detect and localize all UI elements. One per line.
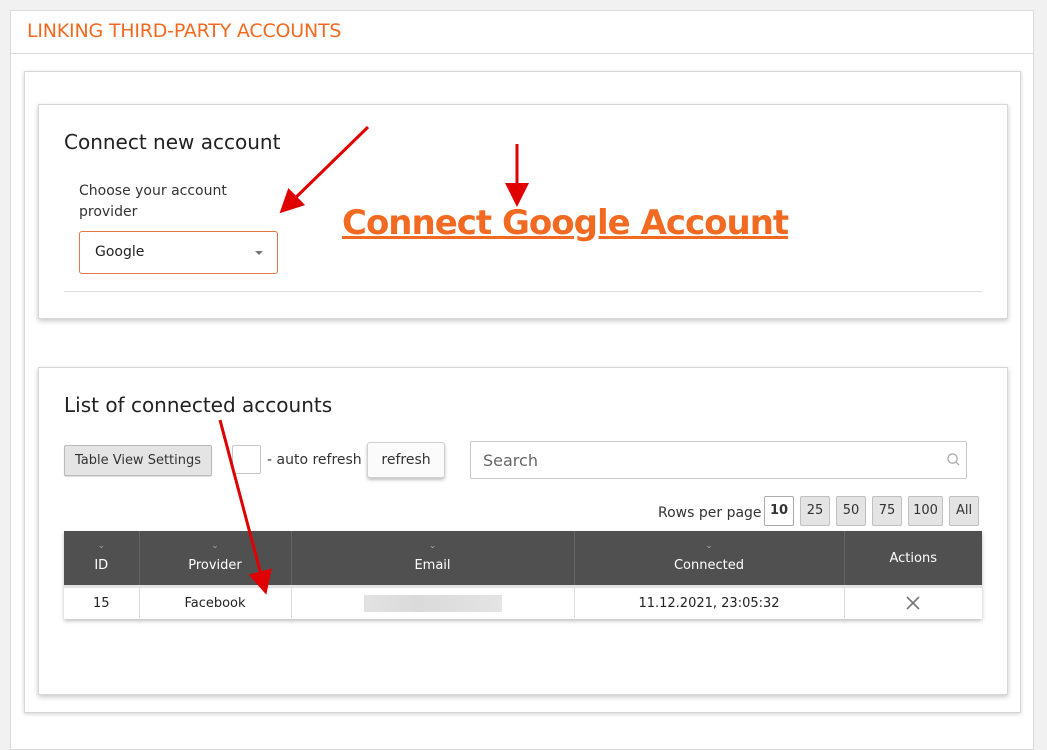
page-size-50-button[interactable]: 50 [836, 496, 866, 526]
page-size-75-button[interactable]: 75 [872, 496, 902, 526]
sort-icon: ⌄ [705, 541, 713, 551]
table-view-settings-button[interactable]: Table View Settings [64, 445, 212, 476]
provider-label: Choose your account provider [79, 183, 227, 220]
title-divider [11, 53, 1033, 54]
content-panel: Connect new account Choose your account … [24, 71, 1021, 713]
auto-refresh-label: - auto refresh [267, 452, 362, 468]
sort-icon: ⌄ [97, 541, 106, 551]
cell-connected: 11.12.2021, 23:05:32 [574, 585, 845, 618]
accounts-table-wrapper: ⌄ ID ⌄ Provider ⌄ Email ⌄ Connected Actions … [64, 531, 982, 619]
sort-icon: ⌄ [428, 541, 437, 551]
connect-card-title: Connect new account [64, 130, 281, 154]
card-divider [64, 291, 982, 292]
provider-select[interactable]: Google [79, 231, 278, 274]
search-icon[interactable] [947, 453, 960, 466]
provider-selected-value: Google [95, 244, 145, 260]
page-title: LINKING THIRD-PARTY ACCOUNTS [27, 20, 342, 42]
sort-icon: ⌄ [211, 541, 219, 551]
connect-google-link[interactable]: Connect Google Account [342, 203, 789, 243]
table-header-row: ⌄ ID ⌄ Provider ⌄ Email ⌄ Connected Actions [64, 531, 982, 587]
page-size-25-button[interactable]: 25 [800, 496, 830, 526]
chevron-down-icon [255, 251, 263, 255]
redacted-email [363, 594, 502, 612]
list-card-title: List of connected accounts [64, 393, 333, 417]
main-panel: LINKING THIRD-PARTY ACCOUNTS Connect new… [10, 10, 1034, 750]
auto-refresh-checkbox[interactable] [232, 445, 261, 474]
rows-per-page-label: Rows per page [658, 505, 762, 521]
cell-actions [844, 585, 982, 618]
column-header-id[interactable]: ⌄ ID [64, 531, 140, 587]
refresh-button[interactable]: refresh [367, 442, 445, 478]
cell-id: 15 [64, 585, 140, 618]
column-header-actions: Actions [844, 531, 982, 587]
table-row: 15 Facebook 11.12.2021, 23:05:32 [64, 585, 982, 618]
search-box [470, 441, 967, 479]
column-header-connected[interactable]: ⌄ Connected [574, 531, 845, 587]
close-icon[interactable] [905, 595, 921, 611]
connect-account-card: Connect new account Choose your account … [38, 104, 1008, 319]
accounts-table: ⌄ ID ⌄ Provider ⌄ Email ⌄ Connected Actions … [64, 531, 982, 618]
page-size-all-button[interactable]: All [949, 496, 979, 526]
page-size-10-button[interactable]: 10 [764, 496, 794, 526]
column-header-email[interactable]: ⌄ Email [291, 531, 575, 587]
search-input[interactable] [471, 442, 943, 478]
cell-provider: Facebook [139, 585, 292, 618]
column-header-provider[interactable]: ⌄ Provider [139, 531, 292, 587]
cell-email [291, 585, 575, 618]
page-size-100-button[interactable]: 100 [908, 496, 943, 526]
connected-accounts-card: List of connected accounts Table View Se… [38, 367, 1008, 695]
